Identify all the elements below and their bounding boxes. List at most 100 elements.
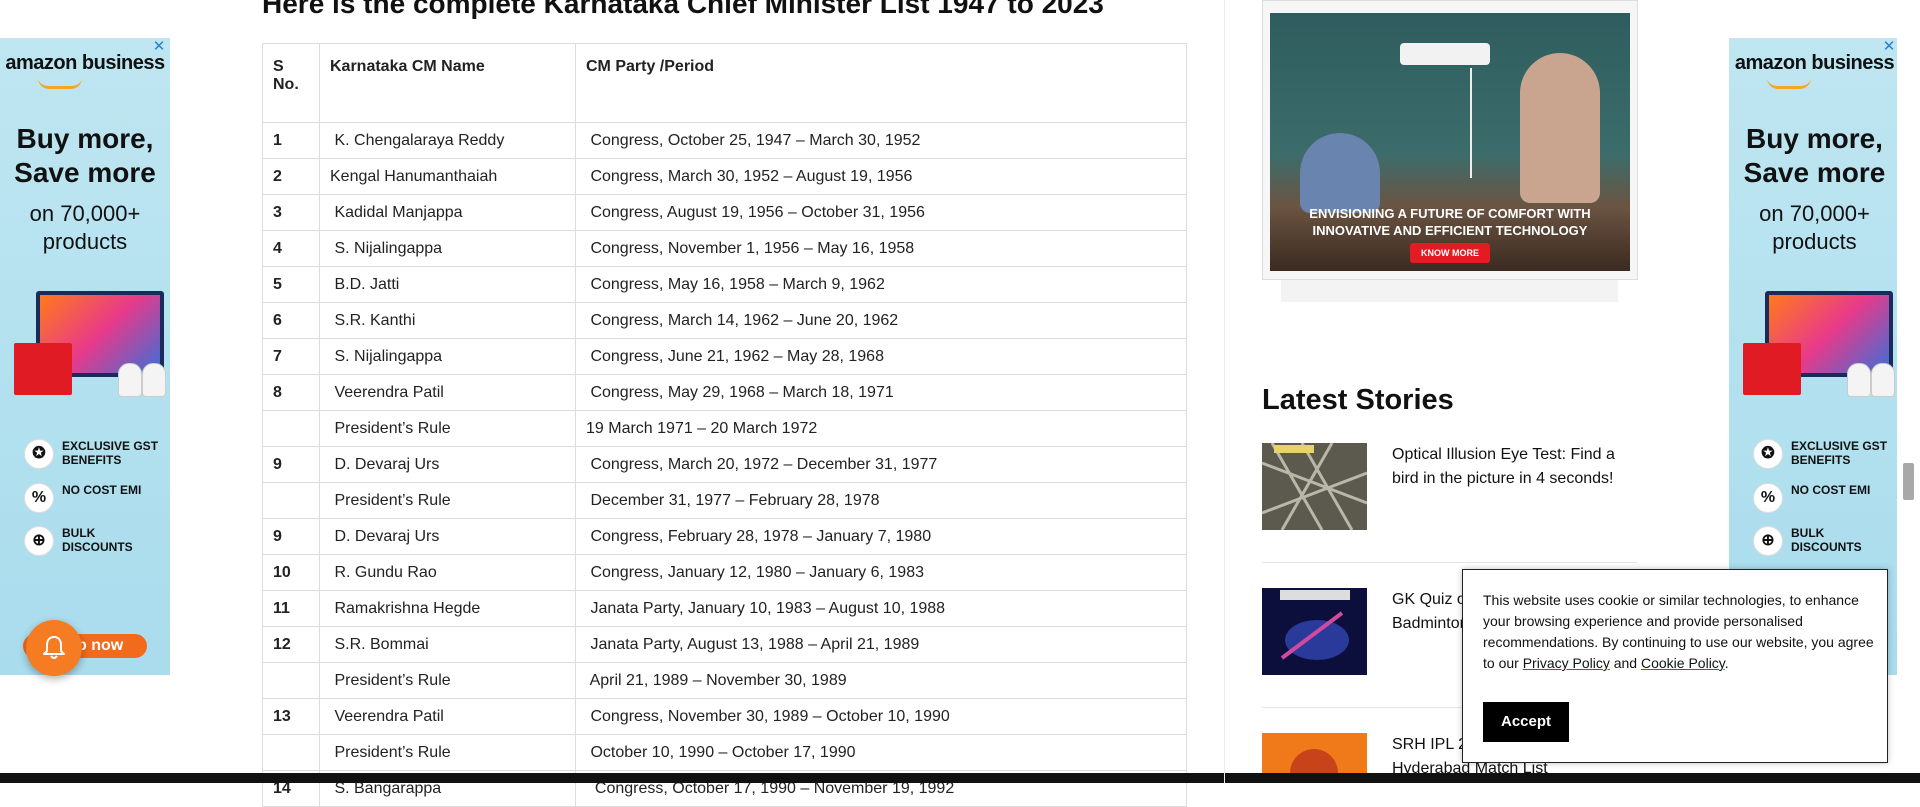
ad-sub-line-2: products xyxy=(42,229,128,254)
camera-image xyxy=(1847,363,1871,397)
ad-brand-logo: amazon business xyxy=(5,52,165,74)
ad-feature-label: BULK DISCOUNTS xyxy=(62,526,133,554)
cart-icon: ⊕ xyxy=(1753,526,1783,556)
tag-icon: ✪ xyxy=(24,439,54,469)
ad-headline-line-2: Save more xyxy=(1743,157,1886,188)
percent-icon: % xyxy=(1753,483,1783,513)
cell-cm-name: R. Gundu Rao xyxy=(319,554,576,591)
cell-party-period: Congress, March 20, 1972 – December 31, … xyxy=(575,446,1187,483)
ad-sub-line-1: on 70,000+ xyxy=(29,201,141,226)
ad-tagline: ENVISIONING A FUTURE OF COMFORT WITH INN… xyxy=(1309,206,1591,238)
story-title[interactable]: Optical Illusion Eye Test: Find a bird i… xyxy=(1392,443,1637,491)
cell-cm-name: S.R. Bommai xyxy=(319,626,576,663)
cell-sno: 3 xyxy=(262,194,320,231)
ad-sub-line-2: products xyxy=(1772,229,1857,254)
table-row: President’s Rule April 21, 1989 – Novemb… xyxy=(262,662,1187,699)
amazon-smile-icon xyxy=(38,78,82,89)
story-separator xyxy=(1262,562,1637,563)
product-box-image xyxy=(1743,343,1801,395)
ad-footer-strip xyxy=(1281,280,1618,302)
cell-sno: 1 xyxy=(262,122,320,159)
cell-party-period: Congress, May 29, 1968 – March 18, 1971 xyxy=(575,374,1187,411)
cell-cm-name: K. Chengalaraya Reddy xyxy=(319,122,576,159)
ad-headline: Buy more, Save more xyxy=(0,122,170,190)
cell-cm-name: President’s Rule xyxy=(319,662,576,699)
cell-party-period: December 31, 1977 – February 28, 1978 xyxy=(575,482,1187,519)
cell-sno: 9 xyxy=(262,518,320,555)
cell-sno: 9 xyxy=(262,446,320,483)
cell-cm-name: President’s Rule xyxy=(319,482,576,519)
ad-feature-gst: ✪ EXCLUSIVE GST BENEFITS xyxy=(1753,437,1893,471)
amazon-smile-icon xyxy=(1767,78,1811,89)
cell-sno: 5 xyxy=(262,266,320,303)
table-row: 4 S. Nijalingappa Congress, November 1, … xyxy=(262,230,1187,267)
scrollbar-thumb[interactable] xyxy=(1903,463,1914,500)
cookie-text-end: . xyxy=(1724,655,1729,671)
cookie-accept-button[interactable]: Accept xyxy=(1483,702,1569,742)
cell-party-period: Congress, February 28, 1978 – January 7,… xyxy=(575,518,1187,555)
cell-cm-name: S. Nijalingappa xyxy=(319,338,576,375)
cookie-consent-banner: This website uses cookie or similar tech… xyxy=(1462,569,1888,763)
cell-sno: 10 xyxy=(262,554,320,591)
ad-headline: Buy more, Save more xyxy=(1729,122,1900,190)
know-more-button[interactable]: KNOW MORE xyxy=(1410,243,1490,263)
cell-party-period: Janata Party, August 13, 1988 – April 21… xyxy=(575,626,1187,663)
cell-sno xyxy=(262,734,320,771)
cell-party-period: April 21, 1989 – November 30, 1989 xyxy=(575,662,1187,699)
cell-cm-name: Ramakrishna Hegde xyxy=(319,590,576,627)
cell-party-period: Congress, November 30, 1989 – October 10… xyxy=(575,698,1187,735)
ad-headline-line-2: Save more xyxy=(14,157,156,188)
product-box-image xyxy=(14,343,72,395)
privacy-policy-link[interactable]: Privacy Policy xyxy=(1523,655,1610,671)
ad-feature-emi: % NO COST EMI xyxy=(1753,481,1893,515)
cell-party-period: Congress, October 25, 1947 – March 30, 1… xyxy=(575,122,1187,159)
ad-subheadline: on 70,000+ products xyxy=(0,200,170,256)
ad-sub-line-1: on 70,000+ xyxy=(1759,201,1870,226)
ad-feature-label: EXCLUSIVE GST BENEFITS xyxy=(1791,439,1888,467)
story-item[interactable]: Optical Illusion Eye Test: Find a bird i… xyxy=(1262,443,1637,530)
latest-stories-heading: Latest Stories xyxy=(1262,384,1454,416)
cell-party-period: Janata Party, January 10, 1983 – August … xyxy=(575,590,1187,627)
ad-feature-gst: ✪ EXCLUSIVE GST BENEFITS xyxy=(24,437,164,471)
cell-party-period: Congress, May 16, 1958 – March 9, 1962 xyxy=(575,266,1187,303)
column-header-period: CM Party /Period xyxy=(575,43,1187,123)
ad-image: ENVISIONING A FUTURE OF COMFORT WITH INN… xyxy=(1270,13,1630,271)
cell-cm-name: Veerendra Patil xyxy=(319,698,576,735)
table-row: 9 D. Devaraj Urs Congress, February 28, … xyxy=(262,518,1187,555)
table-row: 10 R. Gundu Rao Congress, January 12, 19… xyxy=(262,554,1187,591)
woman-image xyxy=(1520,53,1600,203)
cell-party-period: Congress, January 12, 1980 – January 6, … xyxy=(575,554,1187,591)
cell-sno: 4 xyxy=(262,230,320,267)
table-row: 7 S. Nijalingappa Congress, June 21, 196… xyxy=(262,338,1187,375)
cookie-policy-link[interactable]: Cookie Policy xyxy=(1641,655,1725,671)
ad-brand-logo: amazon business xyxy=(1734,52,1895,74)
story-thumbnail xyxy=(1262,588,1367,675)
cell-cm-name: Kengal Hanumanthaiah xyxy=(319,158,576,195)
page-bottom-bar xyxy=(0,773,1920,783)
cell-cm-name: S.R. Kanthi xyxy=(319,302,576,339)
cell-sno xyxy=(262,410,320,447)
story-thumbnail xyxy=(1262,733,1367,773)
table-row: 2 Kengal Hanumanthaiah Congress, March 30… xyxy=(262,158,1187,195)
scrollbar-track[interactable] xyxy=(1897,0,1920,773)
camera-image xyxy=(142,363,166,397)
cell-cm-name: S. Nijalingappa xyxy=(319,230,576,267)
percent-icon: % xyxy=(24,483,54,513)
left-side-ad[interactable]: ✕ amazon business Buy more, Save more on… xyxy=(0,38,170,675)
cell-party-period: Congress, March 14, 1962 – June 20, 1962 xyxy=(575,302,1187,339)
table-row: President’s Rule October 10, 1990 – Octo… xyxy=(262,734,1187,771)
cell-cm-name: Veerendra Patil xyxy=(319,374,576,411)
table-row: President’s Rule December 31, 1977 – Feb… xyxy=(262,482,1187,519)
right-banner-ad[interactable]: ENVISIONING A FUTURE OF COMFORT WITH INN… xyxy=(1262,0,1638,280)
cell-party-period: Congress, August 19, 1956 – October 31, … xyxy=(575,194,1187,231)
notification-bell-button[interactable] xyxy=(26,620,82,676)
cell-sno: 8 xyxy=(262,374,320,411)
ad-feature-emi: % NO COST EMI xyxy=(24,481,164,515)
cell-party-period: Congress, November 1, 1956 – May 16, 195… xyxy=(575,230,1187,267)
ad-product-image xyxy=(1743,291,1895,403)
cart-icon: ⊕ xyxy=(24,526,54,556)
tag-icon: ✪ xyxy=(1753,439,1783,469)
ad-feature-label: EXCLUSIVE GST BENEFITS xyxy=(62,439,159,467)
table-row: 8 Veerendra Patil Congress, May 29, 1968… xyxy=(262,374,1187,411)
cookie-message: This website uses cookie or similar tech… xyxy=(1483,590,1875,674)
